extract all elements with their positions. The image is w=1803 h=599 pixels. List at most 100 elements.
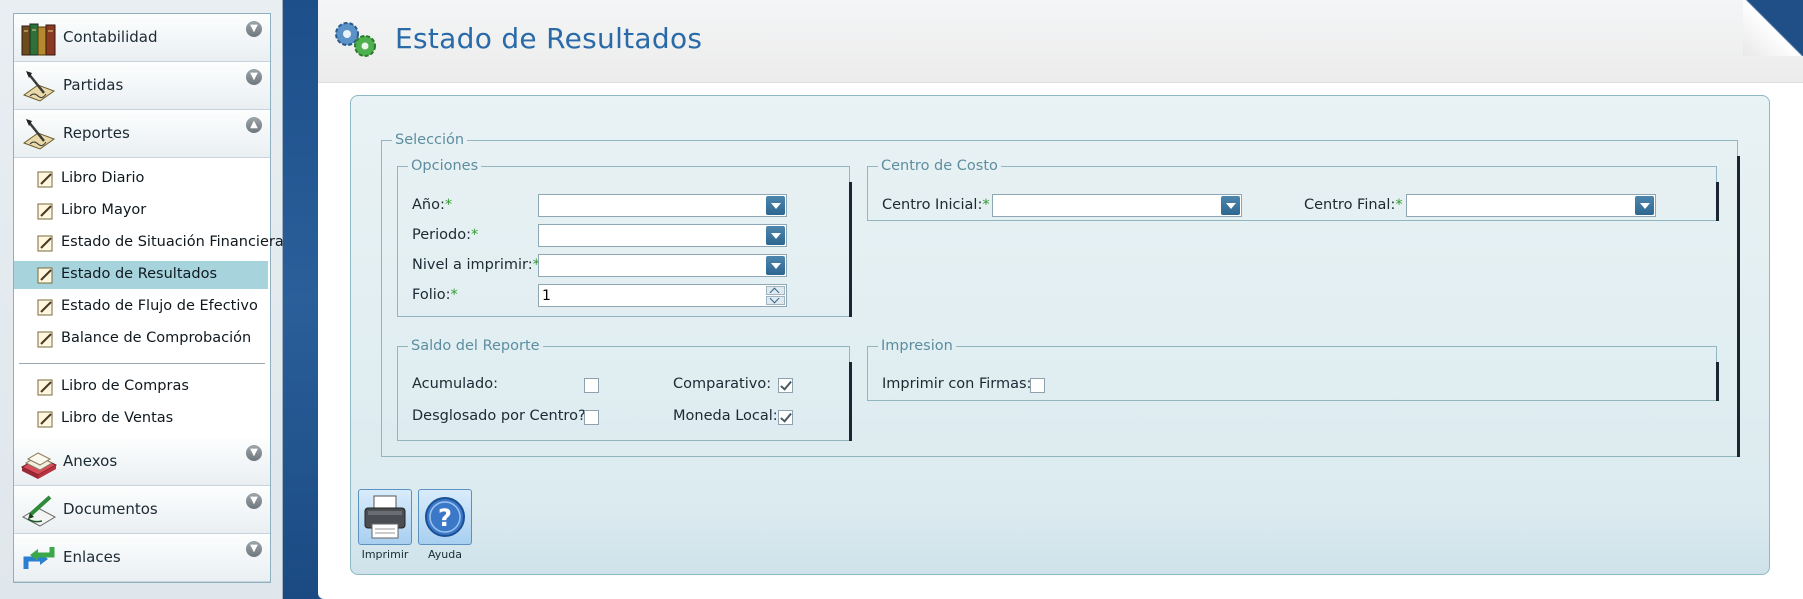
desglosado-checkbox[interactable] [584,410,599,425]
impresion-legend: Impresion [881,338,953,354]
anio-combo[interactable] [538,194,787,217]
chevron-down-icon[interactable]: ▼ [246,541,262,557]
group-edge [1737,156,1740,457]
sidebar-item-estado-resultados[interactable]: Estado de Resultados [14,261,268,289]
printer-icon [364,495,406,539]
group-edge [1716,182,1719,221]
sidebar-section-enlaces[interactable]: Enlaces ▼ [14,534,270,582]
sidebar-section-label: Documentos [63,500,158,518]
folio-label: Folio:* [412,287,458,303]
acumulado-label: Acumulado: [412,376,499,392]
group-edge [849,182,852,317]
firmas-label: Imprimir con Firmas: [882,376,1032,392]
edit-document-icon [37,171,53,188]
firmas-checkbox[interactable] [1030,378,1045,393]
stepper-down-icon[interactable] [766,296,785,305]
form-workarea: Selección Opciones Año:* Periodo:* Nivel… [350,95,1770,575]
imprimir-button[interactable] [358,489,412,545]
sidebar-item-flujo-efectivo[interactable]: Estado de Flujo de Efectivo [14,293,268,321]
edit-document-icon [37,299,53,316]
centro-costo-legend: Centro de Costo [881,158,998,174]
sidebar-section-contabilidad[interactable]: Contabilidad ▼ [14,14,270,62]
main-panel: Estado de Resultados Selección Opciones … [318,0,1803,599]
sidebar-item-label: Libro de Compras [61,378,189,394]
pen-document-icon [21,495,57,527]
edit-document-icon [37,379,53,396]
chevron-down-icon[interactable]: ▼ [246,493,262,509]
anio-label: Año:* [412,197,453,213]
quill-icon [22,71,56,102]
page-header: Estado de Resultados [318,0,1803,83]
dropdown-arrow-icon[interactable] [766,226,785,245]
sidebar-section-label: Contabilidad [63,28,158,46]
imprimir-label: Imprimir [361,548,409,561]
divider-stripe [283,0,318,599]
sidebar-item-label: Estado de Situación Financiera [61,234,284,250]
ayuda-label: Ayuda [428,548,462,561]
sidebar-item-libro-mayor[interactable]: Libro Mayor [14,197,268,225]
help-icon: ? [425,497,465,537]
page-curl-decoration [1743,0,1803,56]
sidebar-item-libro-diario[interactable]: Libro Diario [14,165,268,193]
chevron-down-icon[interactable]: ▼ [246,21,262,37]
opciones-legend: Opciones [411,158,479,174]
comparativo-label: Comparativo: [673,376,772,392]
dropdown-arrow-icon[interactable] [766,196,785,215]
sidebar-item-label: Estado de Flujo de Efectivo [61,298,258,314]
sidebar-item-libro-compras[interactable]: Libro de Compras [14,373,268,401]
moneda-local-checkbox[interactable] [778,410,793,425]
sidebar-item-libro-ventas[interactable]: Libro de Ventas [14,405,268,433]
sidebar-section-partidas[interactable]: Partidas ▼ [14,62,270,110]
arrows-link-icon [23,547,55,569]
periodo-combo[interactable] [538,224,787,247]
nivel-label: Nivel a imprimir:* [412,257,540,273]
group-edge [1716,362,1719,401]
edit-document-icon [37,235,53,252]
desglosado-label: Desglosado por Centro?: [412,408,591,424]
sidebar-item-balance-comprobacion[interactable]: Balance de Comprobación [14,325,268,353]
edit-document-icon [37,203,53,220]
dropdown-arrow-icon[interactable] [766,256,785,275]
opciones-group: Opciones Año:* Periodo:* Nivel a imprimi… [397,158,852,317]
ayuda-button[interactable]: ? [418,489,472,545]
sidebar-item-label: Libro Mayor [61,202,147,218]
moneda-local-label: Moneda Local: [673,408,778,424]
sidebar-divider [19,363,265,364]
centro-inicial-combo[interactable] [992,194,1242,217]
group-edge [849,362,852,441]
centro-inicial-label: Centro Inicial:* [882,197,990,213]
seleccion-legend: Selección [395,132,465,148]
dropdown-arrow-icon[interactable] [1635,196,1654,215]
svg-text:?: ? [438,504,452,532]
dropdown-arrow-icon[interactable] [1221,196,1240,215]
sidebar-section-anexos[interactable]: Anexos ▼ [14,438,270,486]
sidebar-item-label: Libro Diario [61,170,145,186]
books-icon [21,23,56,56]
chevron-down-icon[interactable]: ▼ [246,69,262,85]
folio-stepper[interactable] [538,284,787,307]
chevron-up-icon[interactable]: ▲ [246,117,262,133]
periodo-label: Periodo:* [412,227,479,243]
folio-input[interactable] [542,286,752,305]
sidebar-section-label: Anexos [63,452,118,470]
sidebar-section-label: Enlaces [63,548,121,566]
centro-final-label: Centro Final:* [1304,197,1403,213]
nivel-combo[interactable] [538,254,787,277]
sidebar-item-label: Balance de Comprobación [61,330,252,346]
acumulado-checkbox[interactable] [584,378,599,393]
centro-final-combo[interactable] [1406,194,1656,217]
sidebar-section-reportes[interactable]: Reportes ▲ [14,110,270,158]
gears-icon [335,22,376,57]
sidebar-section-label: Partidas [63,76,124,94]
sidebar-section-label: Reportes [63,124,130,142]
page-title: Estado de Resultados [395,22,703,55]
impresion-group: Impresion Imprimir con Firmas: [867,338,1719,401]
chevron-down-icon[interactable]: ▼ [246,445,262,461]
edit-document-icon [37,331,53,348]
centro-costo-group: Centro de Costo Centro Inicial:* Centro … [867,158,1719,221]
sidebar-nav: Contabilidad ▼ Partidas ▼ Reportes ▲ Lib… [13,13,284,583]
sidebar-item-situacion-financiera[interactable]: Estado de Situación Financiera [14,229,284,257]
tray-icon [20,452,58,479]
comparativo-checkbox[interactable] [778,378,793,393]
sidebar-section-documentos[interactable]: Documentos ▼ [14,486,270,534]
